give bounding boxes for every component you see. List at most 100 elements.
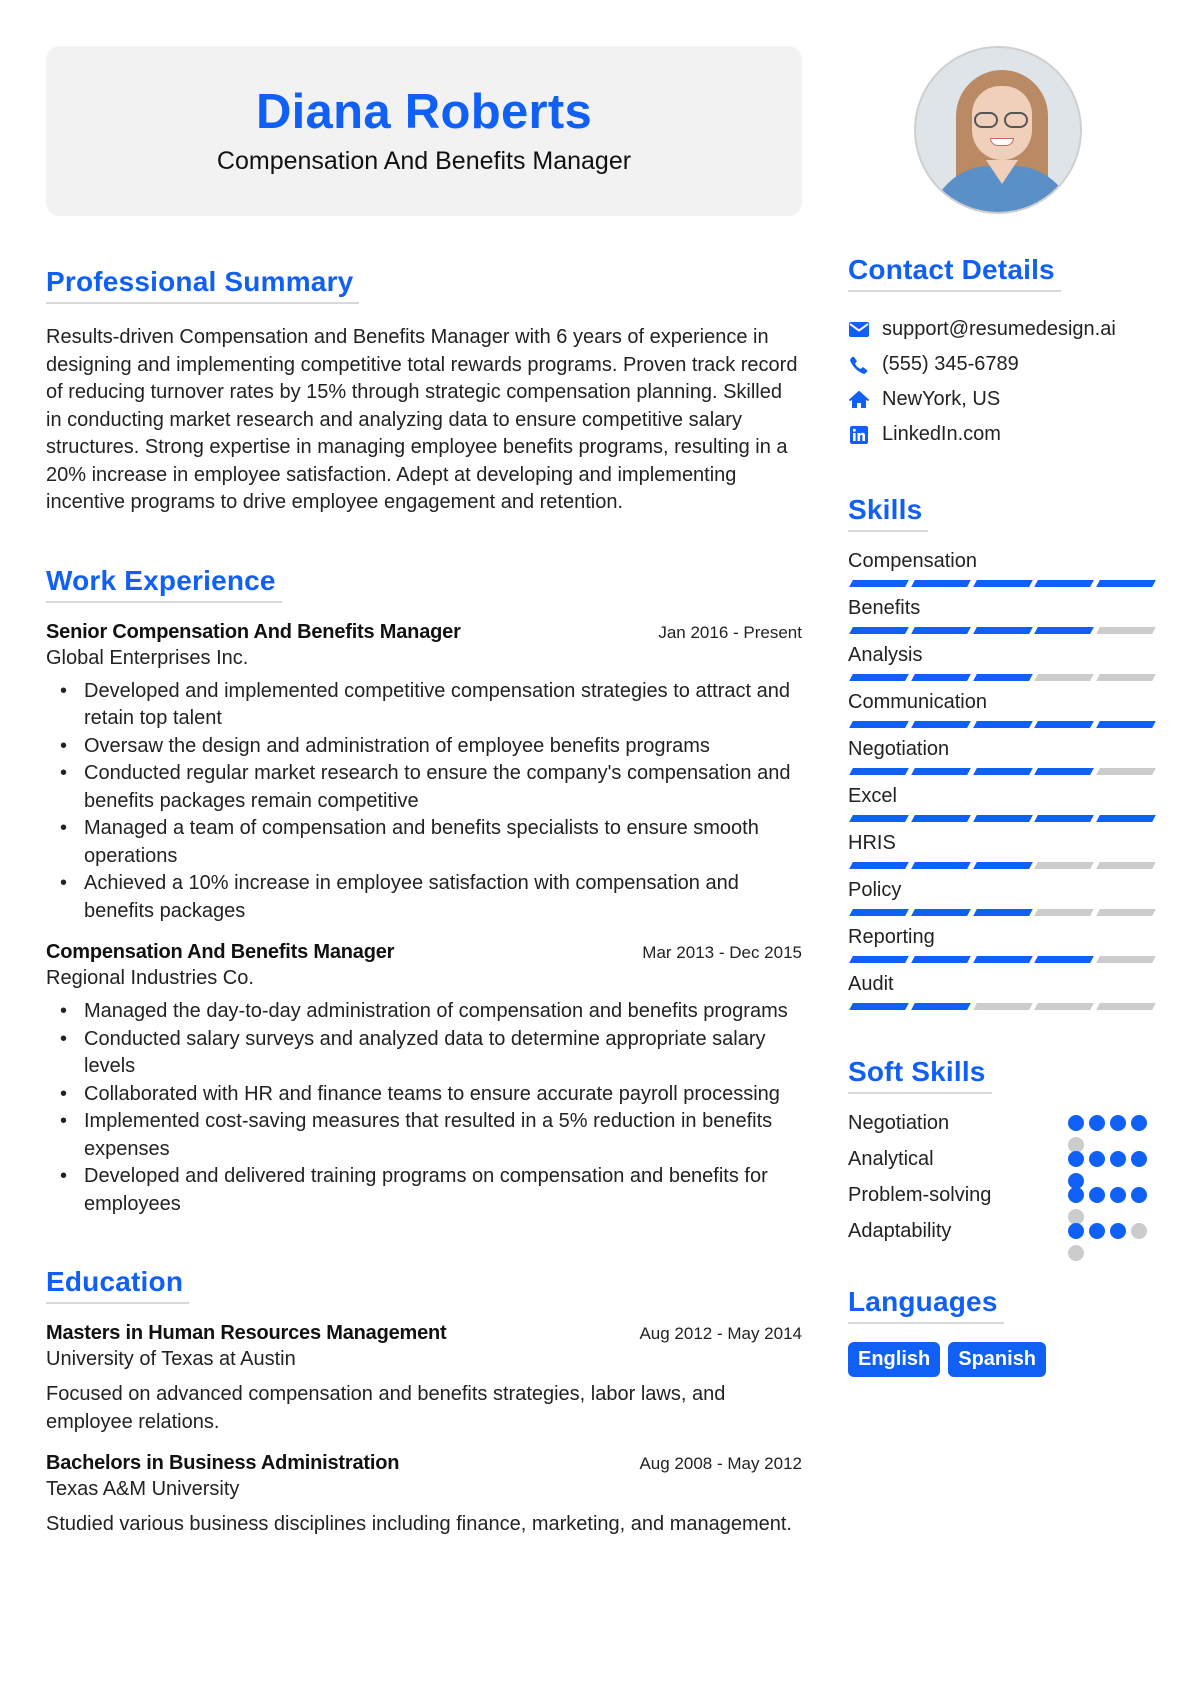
skill-segment-filled — [1034, 721, 1095, 728]
contact-email[interactable]: support@resumedesign.ai — [848, 312, 1154, 347]
experience-heading: Work Experience — [46, 565, 282, 603]
soft-skills-heading: Soft Skills — [848, 1056, 992, 1094]
contact-section: Contact Details support@resumedesign.ai … — [848, 254, 1154, 452]
skill-segment-filled — [972, 909, 1033, 916]
skill-segment-filled — [972, 815, 1033, 822]
job-title: Compensation And Benefits Manager — [46, 941, 395, 963]
main-column: Diana Roberts Compensation And Benefits … — [46, 46, 802, 1539]
skill-segment-filled — [1096, 815, 1156, 822]
contact-text: (555) 345-6789 — [882, 353, 1019, 375]
experience-section: Work Experience Senior Compensation And … — [46, 565, 802, 1219]
skill-segment-filled — [910, 674, 971, 681]
skill-level-bar — [848, 674, 1156, 681]
skill-segment-filled — [849, 768, 909, 775]
soft-skill-item: Problem-solving — [848, 1182, 1154, 1225]
header-card: Diana Roberts Compensation And Benefits … — [46, 46, 802, 216]
skill-segment-filled — [910, 862, 971, 869]
rating-dot-filled — [1089, 1115, 1105, 1131]
rating-dot-filled — [1131, 1151, 1147, 1167]
skill-name: HRIS — [848, 832, 896, 854]
education-entry: Masters in Human Resources Management Au… — [46, 1322, 802, 1436]
skill-item: HRIS — [848, 830, 1156, 869]
skill-level-bar — [848, 580, 1156, 587]
linkedin-icon — [848, 424, 870, 446]
education-date: Aug 2008 - May 2012 — [639, 1454, 802, 1473]
skill-segment-filled — [972, 674, 1033, 681]
skill-segment-filled — [910, 580, 971, 587]
rating-dot-filled — [1068, 1187, 1084, 1203]
language-chip: English — [848, 1342, 941, 1377]
contact-heading: Contact Details — [848, 254, 1061, 292]
phone-icon — [848, 354, 870, 376]
skill-item: Analysis — [848, 642, 1156, 681]
skill-segment-filled — [972, 721, 1033, 728]
job-bullet: Conducted salary surveys and analyzed da… — [60, 1026, 802, 1081]
contact-text: NewYork, US — [882, 388, 1001, 410]
contact-text: LinkedIn.com — [882, 423, 1001, 445]
contact-text: support@resumedesign.ai — [882, 318, 1116, 340]
job-entry: Compensation And Benefits Manager Mar 20… — [46, 941, 802, 1218]
rating-dot-empty — [1068, 1245, 1084, 1261]
rating-dot-filled — [1110, 1115, 1126, 1131]
skill-level-bar — [848, 721, 1156, 728]
skill-item: Compensation — [848, 548, 1156, 587]
degree-title: Masters in Human Resources Management — [46, 1322, 447, 1344]
skill-level-bar — [848, 1003, 1156, 1010]
job-bullet: Managed a team of compensation and benef… — [60, 815, 802, 870]
skill-name: Analysis — [848, 644, 923, 666]
rating-dot-filled — [1068, 1223, 1084, 1239]
candidate-name: Diana Roberts — [255, 84, 593, 139]
rating-dot-filled — [1131, 1115, 1147, 1131]
skill-item: Policy — [848, 877, 1156, 916]
skill-segment-filled — [1034, 627, 1095, 634]
soft-skill-item: Negotiation — [848, 1110, 1154, 1153]
summary-section: Professional Summary Results-driven Comp… — [46, 266, 802, 517]
avatar — [914, 46, 1082, 214]
job-bullet: Collaborated with HR and finance teams t… — [60, 1081, 802, 1109]
envelope-icon — [848, 319, 870, 341]
skill-segment-empty — [1034, 909, 1095, 916]
skill-segment-filled — [910, 721, 971, 728]
soft-skill-name: Analytical — [848, 1148, 934, 1170]
education-date: Aug 2012 - May 2014 — [639, 1324, 802, 1343]
education-heading: Education — [46, 1266, 190, 1304]
contact-phone[interactable]: (555) 345-6789 — [848, 347, 1154, 382]
skill-segment-filled — [849, 1003, 909, 1010]
job-bullet: Implemented cost-saving measures that re… — [60, 1108, 802, 1163]
skill-segment-filled — [972, 627, 1033, 634]
job-bullet: Achieved a 10% increase in employee sati… — [60, 870, 802, 925]
education-description: Focused on advanced compensation and ben… — [46, 1383, 726, 1433]
languages-heading: Languages — [848, 1286, 1004, 1324]
job-date: Mar 2013 - Dec 2015 — [642, 943, 802, 962]
rating-dot-filled — [1110, 1223, 1126, 1239]
education-entry: Bachelors in Business Administration Aug… — [46, 1452, 802, 1539]
school-name: University of Texas at Austin — [46, 1348, 296, 1370]
skill-segment-empty — [972, 1003, 1033, 1010]
skill-level-bar — [848, 815, 1156, 822]
skill-segment-empty — [1096, 768, 1156, 775]
skill-segment-filled — [910, 815, 971, 822]
skill-name: Policy — [848, 879, 902, 901]
skill-segment-empty — [1034, 674, 1095, 681]
languages-section: Languages English Spanish — [848, 1286, 1154, 1377]
skill-segment-empty — [1096, 909, 1156, 916]
contact-linkedin[interactable]: LinkedIn.com — [848, 417, 1154, 452]
skill-segment-filled — [972, 956, 1033, 963]
skill-segment-filled — [849, 674, 909, 681]
soft-skill-name: Negotiation — [848, 1112, 950, 1134]
rating-dot-filled — [1110, 1187, 1126, 1203]
rating-dot-filled — [1068, 1115, 1084, 1131]
skill-name: Excel — [848, 785, 897, 807]
soft-skills-list: Negotiation Analytical Problem-solving Adap… — [848, 1110, 1154, 1261]
skill-segment-filled — [1096, 580, 1156, 587]
skill-segment-empty — [1096, 956, 1156, 963]
skill-name: Reporting — [848, 926, 935, 948]
degree-title: Bachelors in Business Administration — [46, 1452, 400, 1474]
skill-segment-filled — [1034, 815, 1095, 822]
skill-segment-empty — [1034, 1003, 1095, 1010]
skill-segment-filled — [910, 627, 971, 634]
rating-dot-filled — [1089, 1223, 1105, 1239]
skill-segment-filled — [849, 627, 909, 634]
skill-segment-filled — [1096, 721, 1156, 728]
skill-name: Communication — [848, 691, 987, 713]
